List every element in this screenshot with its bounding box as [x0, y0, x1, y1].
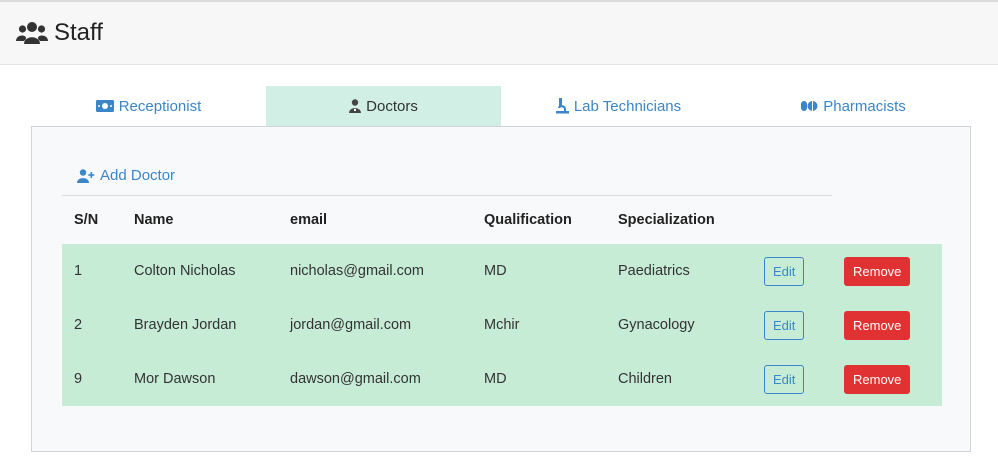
doctors-table: S/N Name email Qualification Specializat… — [62, 196, 942, 406]
cell-specialization: Paediatrics — [618, 263, 690, 279]
cell-email: jordan@gmail.com — [290, 317, 412, 333]
tab-pharmacists[interactable]: Pharmacists — [736, 86, 971, 126]
table-row: 2 Brayden Jordan jordan@gmail.com Mchir … — [62, 298, 942, 352]
page-title: Staff — [54, 19, 103, 46]
microscope-icon — [555, 98, 569, 114]
add-doctor-label: Add Doctor — [100, 167, 176, 184]
staff-tabs: Receptionist Doctors Lab Technicians Pha… — [31, 86, 971, 126]
cell-name: Brayden Jordan — [134, 317, 237, 333]
cell-qualification: Mchir — [484, 317, 520, 333]
cell-email: dawson@gmail.com — [290, 371, 421, 387]
tab-receptionist[interactable]: Receptionist — [31, 86, 266, 126]
cell-edit: Edit — [752, 298, 832, 352]
cell-remove: Remove — [832, 298, 942, 352]
remove-button[interactable]: Remove — [844, 364, 911, 394]
column-header-remove — [832, 196, 942, 244]
tab-lab-technicians[interactable]: Lab Technicians — [501, 86, 736, 126]
column-header-sn: S/N — [74, 212, 99, 228]
user-doctor-icon — [349, 99, 362, 113]
column-header-edit — [752, 196, 832, 244]
cell-qualification: MD — [484, 263, 507, 279]
tab-label: Receptionist — [118, 97, 202, 115]
page-header: Staff — [0, 2, 998, 65]
cell-qualification: MD — [484, 371, 507, 387]
column-header-email: email — [290, 212, 328, 228]
cell-sn: 2 — [74, 317, 83, 333]
cell-email: nicholas@gmail.com — [290, 263, 424, 279]
cell-remove: Remove — [832, 352, 942, 406]
cell-name: Colton Nicholas — [134, 263, 236, 279]
remove-button[interactable]: Remove — [844, 310, 911, 340]
column-header-qualification: Qualification — [484, 212, 572, 228]
cell-sn: 9 — [74, 371, 83, 387]
table-row: 1 Colton Nicholas nicholas@gmail.com MD … — [62, 244, 942, 298]
edit-button[interactable]: Edit — [764, 310, 805, 340]
edit-button[interactable]: Edit — [764, 364, 805, 394]
cell-name: Mor Dawson — [134, 371, 216, 387]
id-card-icon — [95, 100, 114, 112]
user-plus-icon — [77, 168, 95, 183]
column-header-name: Name — [134, 212, 174, 228]
tab-doctors[interactable]: Doctors — [266, 86, 501, 126]
cell-edit: Edit — [752, 244, 832, 298]
tab-label: Lab Technicians — [573, 97, 682, 115]
tab-label: Pharmacists — [823, 97, 906, 115]
doctors-panel: Add Doctor S/N Name email Qualification … — [31, 126, 971, 452]
pills-icon — [801, 101, 818, 111]
column-header-specialization: Specialization — [618, 212, 715, 228]
cell-specialization: Children — [618, 371, 672, 387]
remove-button[interactable]: Remove — [844, 256, 911, 286]
cell-sn: 1 — [74, 263, 83, 279]
users-icon — [16, 20, 48, 46]
cell-remove: Remove — [832, 244, 942, 298]
cell-edit: Edit — [752, 352, 832, 406]
tab-label: Doctors — [366, 97, 418, 115]
table-header-row: S/N Name email Qualification Specializat… — [62, 196, 942, 244]
edit-button[interactable]: Edit — [764, 256, 805, 286]
add-doctor-link[interactable]: Add Doctor — [77, 167, 175, 184]
cell-specialization: Gynacology — [618, 317, 695, 333]
table-row: 9 Mor Dawson dawson@gmail.com MD Childre… — [62, 352, 942, 406]
